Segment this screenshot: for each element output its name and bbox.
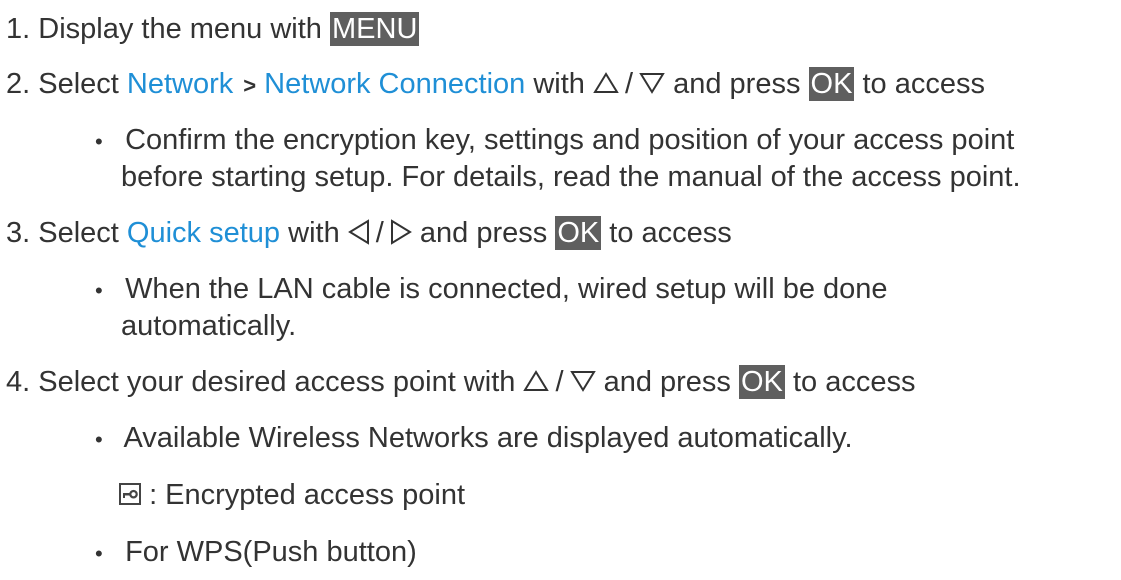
bullet-text: When the LAN cable is connected, wired s… [125,273,888,305]
down-triangle-outline-icon [639,73,665,95]
ok-key-label: OK [555,216,602,250]
encrypted-key-icon [119,483,141,506]
slash: / [375,217,384,249]
step-number: 4. [6,366,31,398]
step-number: 1. [6,13,31,45]
step-number: 3. [6,217,31,249]
step-3-bullet-cont: automatically. [121,308,296,344]
press-text: and press [419,217,548,249]
press-text: and press [673,68,801,100]
quick-setup-link[interactable]: Quick setup [127,217,280,249]
step-text: Select [38,217,119,249]
step-number: 2. [6,68,31,100]
down-triangle-outline-icon [569,371,596,393]
step-text: Display the menu with [38,13,322,45]
ok-key-label: OK [808,67,855,101]
step-text: Select your desired access point with [38,366,516,398]
bullet-text-cont: automatically. [121,310,297,342]
to-access-text: to access [609,217,732,249]
step-3: 3. Select Quick setup with / and press O… [6,215,732,251]
step-2-bullet: • Confirm the encryption key, settings a… [95,122,1014,160]
encrypted-label: : Encrypted access point [149,479,466,511]
encrypted-legend: : Encrypted access point [119,477,465,513]
step-3-bullet: • When the LAN cable is connected, wired… [95,271,888,309]
network-connection-link[interactable]: Network Connection [264,68,525,100]
up-triangle-outline-icon [593,72,619,94]
left-triangle-outline-icon [347,219,369,246]
slash: / [555,366,564,398]
slash: / [624,68,634,100]
step-text: Select [38,68,119,100]
menu-key-label: MENU [330,12,420,46]
with-text: with [533,68,585,100]
step-4-bullet-2: • For WPS(Push button) [95,534,417,572]
right-triangle-outline-icon [390,219,412,246]
bullet-text-cont: before starting setup. For details, read… [121,161,1021,193]
step-4-bullet-1: • Available Wireless Networks are displa… [95,420,853,458]
network-link[interactable]: Network [127,68,233,100]
bullet-text: Available Wireless Networks are displaye… [123,422,853,454]
bullet-dot-icon: • [95,278,103,303]
step-2-bullet-cont: before starting setup. For details, read… [121,159,1021,195]
bullet-dot-icon: • [95,541,103,566]
with-text: with [288,217,340,249]
bullet-dot-icon: • [95,129,103,154]
bullet-text: Confirm the encryption key, settings and… [125,124,1015,156]
breadcrumb-separator: > [243,73,257,98]
bullet-text: For WPS(Push button) [125,536,417,568]
to-access-text: to access [792,366,916,398]
press-text: and press [603,366,731,398]
up-triangle-outline-icon [523,370,550,392]
step-1: 1. Display the menu with MENU [6,11,420,47]
step-4: 4. Select your desired access point with… [6,364,915,400]
ok-key-label: OK [739,365,785,399]
to-access-text: to access [862,68,986,100]
bullet-dot-icon: • [95,427,103,452]
step-2: 2. Select Network > Network Connection wit… [6,66,985,104]
